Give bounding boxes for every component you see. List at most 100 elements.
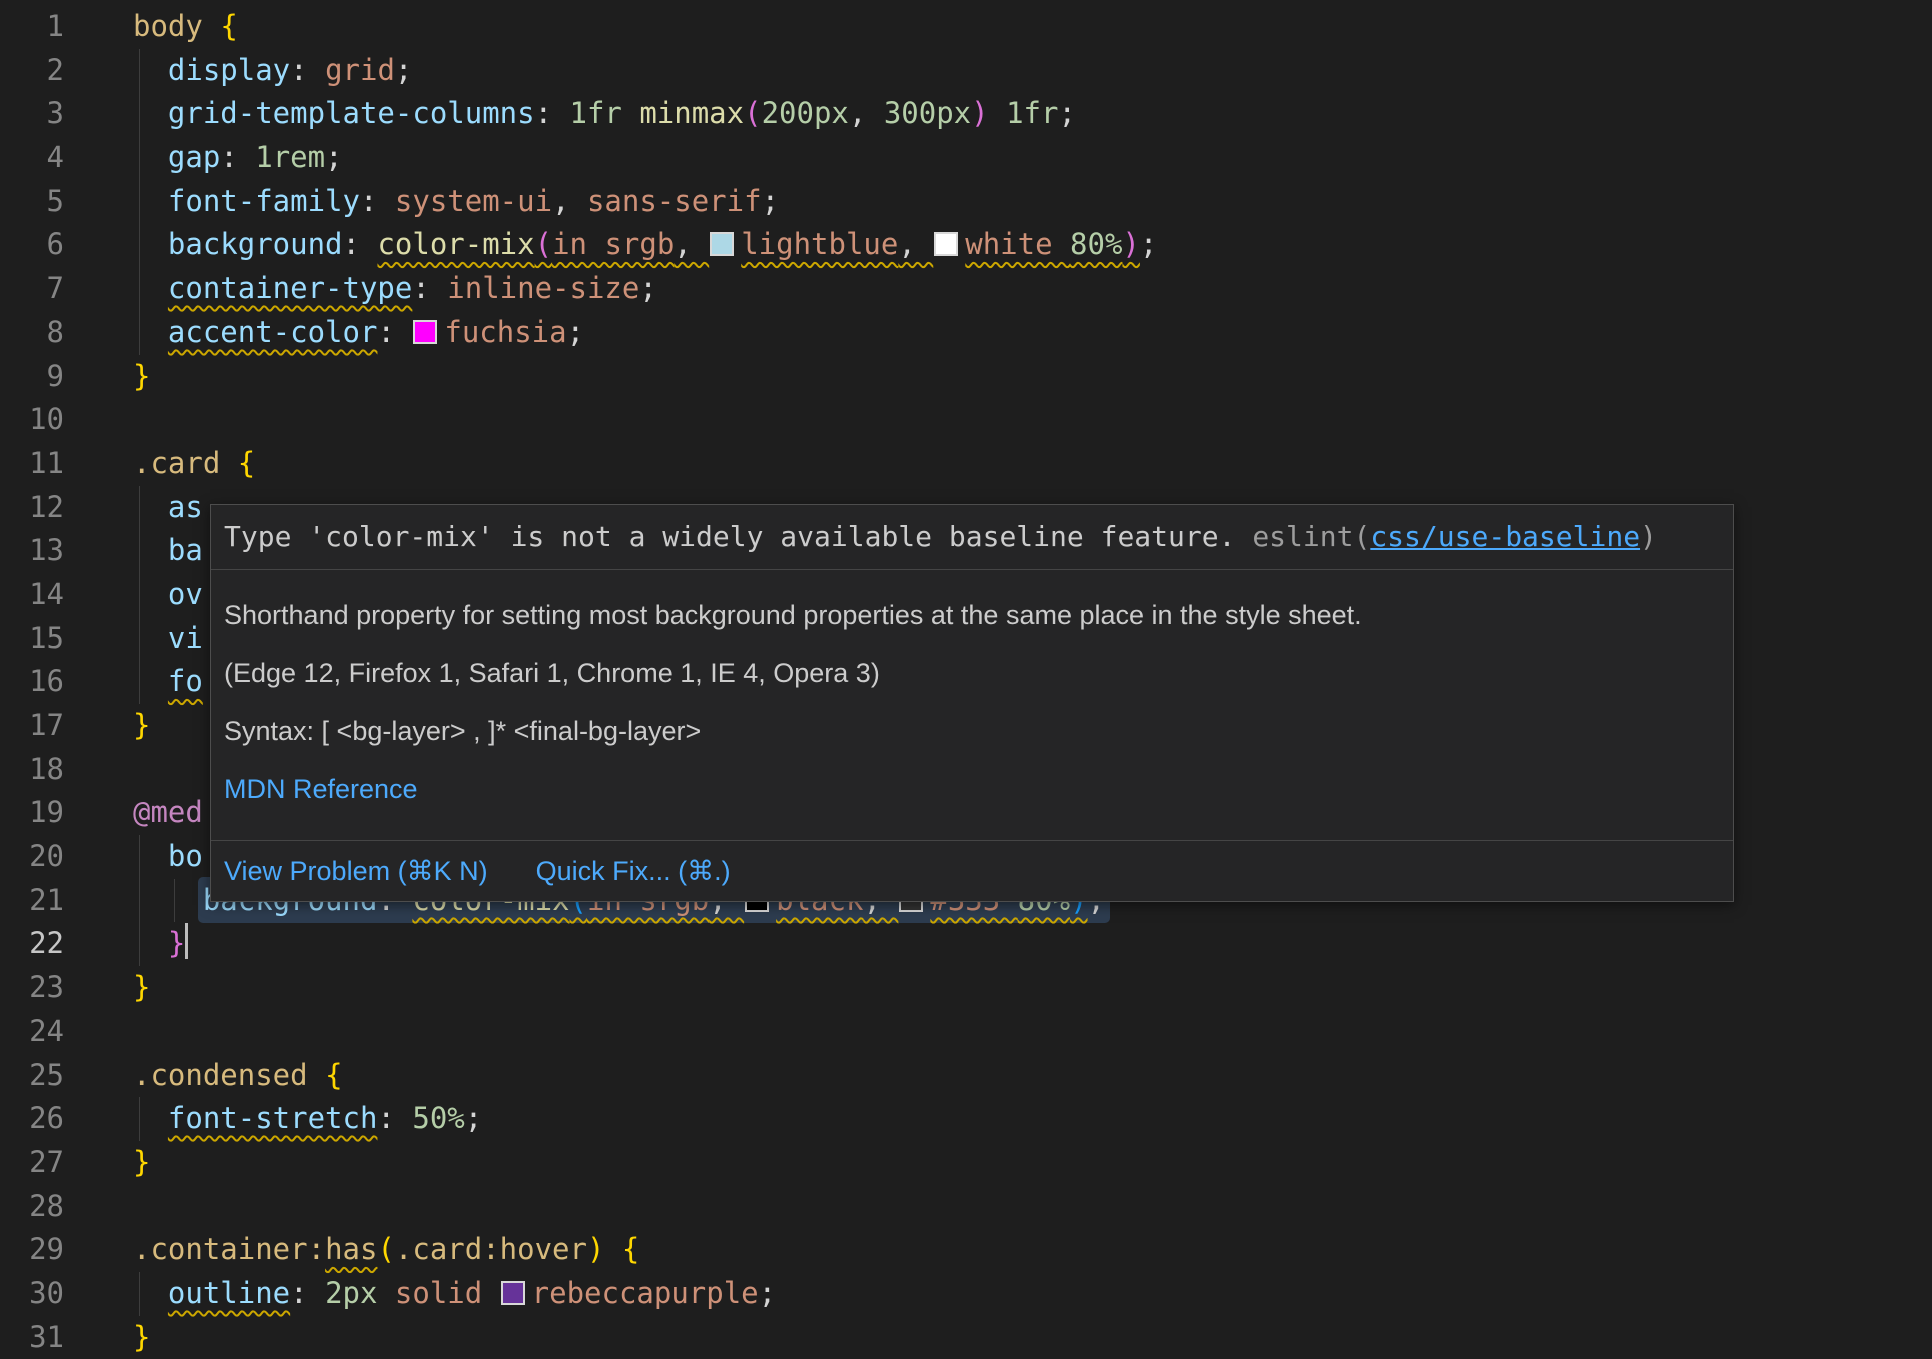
line-number[interactable]: 4 bbox=[0, 136, 64, 180]
line-number[interactable]: 15 bbox=[0, 617, 64, 661]
code-line[interactable]: 26 font-stretch: 50%; bbox=[0, 1097, 1932, 1141]
indent-guide bbox=[139, 223, 140, 267]
indent-guide bbox=[139, 660, 140, 704]
code-token: { bbox=[238, 446, 255, 480]
code-line[interactable]: 3 grid-template-columns: 1fr minmax(200p… bbox=[0, 92, 1932, 136]
lint-rule-link[interactable]: css/use-baseline bbox=[1370, 520, 1640, 553]
code-token: { bbox=[325, 1058, 342, 1092]
code-line[interactable]: 10 bbox=[0, 398, 1932, 442]
indent-guide bbox=[139, 311, 140, 355]
code-token: ; bbox=[759, 1276, 776, 1310]
code-token: 2px bbox=[325, 1276, 395, 1310]
code-token: ; bbox=[567, 315, 584, 349]
code-token: 1fr bbox=[1006, 96, 1058, 130]
line-number[interactable]: 22 bbox=[0, 922, 64, 966]
line-number[interactable]: 10 bbox=[0, 398, 64, 442]
code-line[interactable]: 30 outline: 2px solid rebeccapurple; bbox=[0, 1272, 1932, 1316]
line-number[interactable]: 17 bbox=[0, 704, 64, 748]
line-number[interactable]: 2 bbox=[0, 49, 64, 93]
line-number[interactable]: 18 bbox=[0, 748, 64, 792]
diagnostic-text: Type 'color-mix' is not a widely availab… bbox=[224, 520, 1252, 553]
code-text: } bbox=[133, 355, 1932, 399]
code-token: ( bbox=[744, 96, 761, 130]
indent-guide bbox=[139, 92, 140, 136]
code-token: accent-color bbox=[168, 315, 378, 349]
view-problem-action[interactable]: View Problem (⌘K N) bbox=[224, 854, 488, 888]
line-number[interactable]: 29 bbox=[0, 1228, 64, 1272]
code-token: : bbox=[535, 96, 570, 130]
code-text: background: color-mix(in srgb, lightblue… bbox=[133, 223, 1932, 267]
indent-guide bbox=[139, 879, 140, 923]
line-number[interactable]: 31 bbox=[0, 1316, 64, 1359]
code-text: display: grid; bbox=[133, 49, 1932, 93]
code-token: container-type bbox=[168, 271, 412, 305]
line-number[interactable]: 13 bbox=[0, 529, 64, 573]
code-token: rebeccapurple bbox=[532, 1276, 759, 1310]
line-number[interactable]: 3 bbox=[0, 92, 64, 136]
code-line[interactable]: 31} bbox=[0, 1316, 1932, 1359]
code-line[interactable]: 8 accent-color: fuchsia; bbox=[0, 311, 1932, 355]
code-line[interactable]: 5 font-family: system-ui, sans-serif; bbox=[0, 180, 1932, 224]
line-number[interactable]: 19 bbox=[0, 791, 64, 835]
line-number[interactable]: 30 bbox=[0, 1272, 64, 1316]
line-number[interactable]: 7 bbox=[0, 267, 64, 311]
code-line[interactable]: 22 } bbox=[0, 922, 1932, 966]
code-token: } bbox=[133, 708, 150, 742]
code-line[interactable]: 9} bbox=[0, 355, 1932, 399]
color-swatch[interactable] bbox=[413, 320, 437, 344]
code-line[interactable]: 7 container-type: inline-size; bbox=[0, 267, 1932, 311]
line-number[interactable]: 21 bbox=[0, 879, 64, 923]
color-swatch[interactable] bbox=[501, 1281, 525, 1305]
code-line[interactable]: 29 .container:has(.card:hover) { bbox=[0, 1228, 1932, 1272]
line-number[interactable]: 16 bbox=[0, 660, 64, 704]
code-text: .container:has(.card:hover) { bbox=[133, 1228, 1932, 1272]
line-number[interactable]: 25 bbox=[0, 1054, 64, 1098]
code-token: : bbox=[343, 227, 378, 261]
line-number[interactable]: 27 bbox=[0, 1141, 64, 1185]
line-number[interactable]: 12 bbox=[0, 486, 64, 530]
code-token: ; bbox=[762, 184, 779, 218]
line-number[interactable]: 26 bbox=[0, 1097, 64, 1141]
line-number[interactable]: 8 bbox=[0, 311, 64, 355]
color-swatch[interactable] bbox=[710, 232, 734, 256]
color-swatch[interactable] bbox=[934, 232, 958, 256]
quick-fix-action[interactable]: Quick Fix... (⌘.) bbox=[536, 854, 731, 888]
code-line[interactable]: 27} bbox=[0, 1141, 1932, 1185]
code-line[interactable]: 23} bbox=[0, 966, 1932, 1010]
code-token: bo bbox=[168, 839, 203, 873]
mdn-reference-link[interactable]: MDN Reference bbox=[224, 774, 418, 804]
code-line[interactable]: 24 bbox=[0, 1010, 1932, 1054]
code-token: sans-serif bbox=[587, 184, 762, 218]
code-line[interactable]: 11.card { bbox=[0, 442, 1932, 486]
code-line[interactable]: 4 gap: 1rem; bbox=[0, 136, 1932, 180]
code-token bbox=[133, 883, 203, 917]
code-text: outline: 2px solid rebeccapurple; bbox=[133, 1272, 1932, 1316]
code-token: solid bbox=[395, 1276, 500, 1310]
code-token: ) bbox=[587, 1232, 604, 1266]
line-number[interactable]: 23 bbox=[0, 966, 64, 1010]
code-text: font-family: system-ui, sans-serif; bbox=[133, 180, 1932, 224]
line-number[interactable]: 9 bbox=[0, 355, 64, 399]
code-line[interactable]: 1body { bbox=[0, 5, 1932, 49]
indent-guide bbox=[139, 1097, 140, 1141]
code-text: accent-color: fuchsia; bbox=[133, 311, 1932, 355]
line-number[interactable]: 24 bbox=[0, 1010, 64, 1054]
code-text: font-stretch: 50%; bbox=[133, 1097, 1932, 1141]
hover-docs: Shorthand property for setting most back… bbox=[211, 570, 1733, 840]
line-number[interactable]: 11 bbox=[0, 442, 64, 486]
code-line[interactable]: 6 background: color-mix(in srgb, lightbl… bbox=[0, 223, 1932, 267]
line-number[interactable]: 6 bbox=[0, 223, 64, 267]
line-number[interactable]: 28 bbox=[0, 1185, 64, 1229]
line-number[interactable]: 1 bbox=[0, 5, 64, 49]
line-number[interactable]: 14 bbox=[0, 573, 64, 617]
code-line[interactable]: 28 bbox=[0, 1185, 1932, 1229]
code-token: fuchsia bbox=[444, 315, 566, 349]
indent-guide bbox=[139, 573, 140, 617]
line-number[interactable]: 5 bbox=[0, 180, 64, 224]
code-line[interactable]: 25 .condensed { bbox=[0, 1054, 1932, 1098]
code-line[interactable]: 2 display: grid; bbox=[0, 49, 1932, 93]
indent-guide bbox=[139, 486, 140, 530]
line-number[interactable]: 20 bbox=[0, 835, 64, 879]
code-text: .condensed { bbox=[133, 1054, 1932, 1098]
diagnostic-source-close: ) bbox=[1640, 520, 1657, 553]
